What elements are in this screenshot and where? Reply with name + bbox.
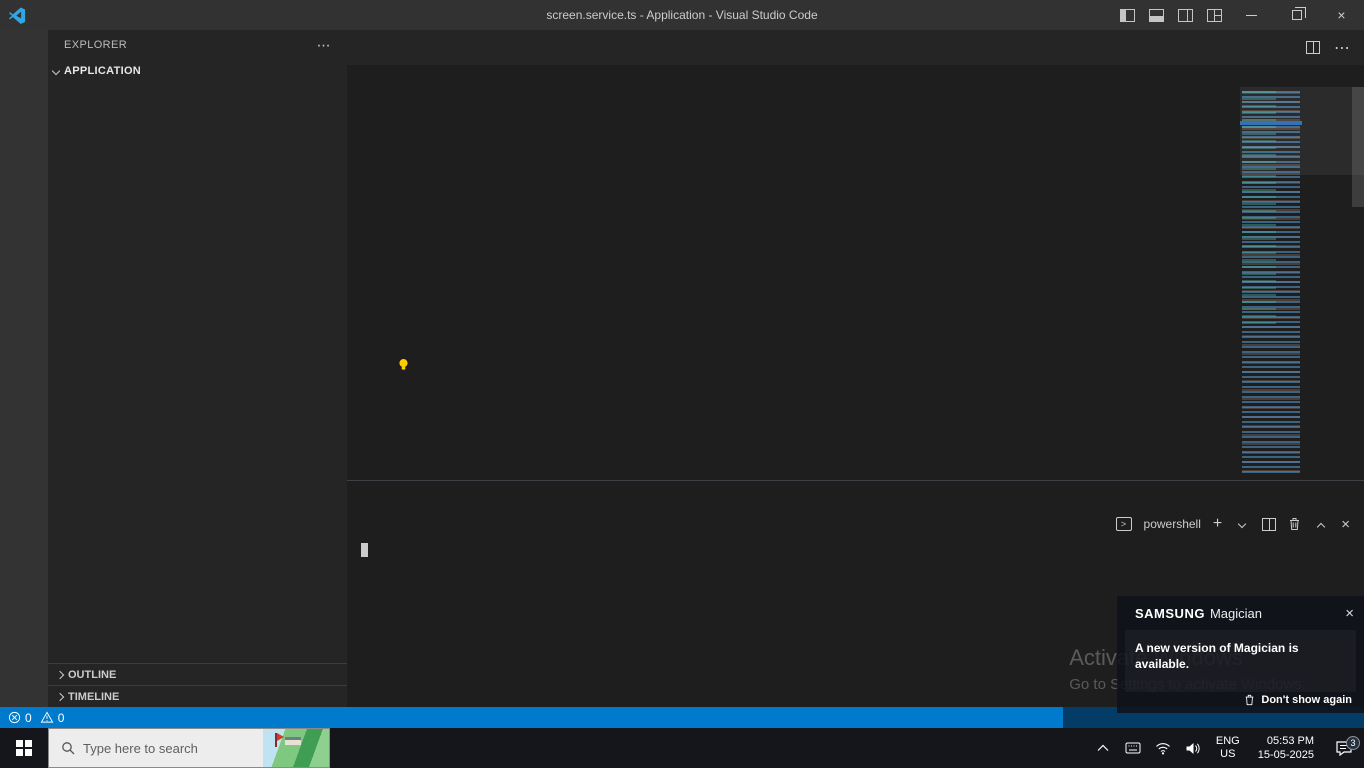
customize-layout-icon[interactable]: [1207, 8, 1222, 22]
toggle-sidebar-icon[interactable]: [1120, 8, 1135, 22]
errors-icon: [8, 711, 21, 724]
split-editor-icon[interactable]: [1306, 41, 1320, 54]
clock[interactable]: 05:53 PM 15-05-2025: [1248, 734, 1324, 762]
toggle-secondary-sidebar-icon[interactable]: [1178, 8, 1193, 22]
language-indicator[interactable]: ENG US: [1208, 735, 1248, 761]
search-placeholder: Type here to search: [83, 740, 198, 756]
new-terminal-icon[interactable]: +: [1213, 515, 1222, 533]
notification-message: A new version of Magician is available.: [1135, 641, 1299, 672]
chevron-down-icon: [48, 63, 64, 79]
restore-button[interactable]: [1274, 0, 1319, 30]
vscode-window: screen.service.ts - Application - Visual…: [0, 0, 1364, 768]
vscode-logo-icon: [8, 7, 26, 24]
dont-show-again-button[interactable]: Don't show again: [1117, 692, 1364, 708]
outline-section[interactable]: OUTLINE: [48, 663, 347, 685]
editor-tabs: ⋯: [347, 30, 1364, 65]
code-editor[interactable]: [347, 87, 1364, 480]
activity-bar: [0, 30, 48, 707]
kill-terminal-icon[interactable]: [1288, 517, 1301, 531]
time: 05:53 PM: [1266, 735, 1314, 747]
breadcrumb: [347, 65, 1364, 87]
lightbulb-icon[interactable]: [397, 358, 410, 371]
editor-more-icon[interactable]: ⋯: [1334, 38, 1350, 58]
windows-taskbar: Type here to search ENG US 05:53 PM 15-05-…: [0, 728, 1364, 768]
search-icon: [62, 742, 75, 755]
windows-logo-icon: [16, 740, 32, 756]
chevron-right-icon: [52, 667, 68, 683]
editor-scrollbar[interactable]: [1352, 87, 1364, 207]
close-button[interactable]: ×: [1319, 0, 1364, 30]
explorer-title: EXPLORER: [64, 39, 128, 51]
notification-center-icon[interactable]: 3: [1324, 736, 1364, 756]
workspace-section[interactable]: APPLICATION: [48, 60, 347, 82]
window-title: screen.service.ts - Application - Visual…: [546, 8, 818, 22]
panel-tabs: [347, 481, 1364, 513]
notification-close-icon[interactable]: ×: [1345, 605, 1354, 622]
minimap[interactable]: [1240, 87, 1364, 480]
trash-icon: [1246, 694, 1254, 706]
split-terminal-icon[interactable]: [1262, 517, 1277, 531]
explorer-more-icon[interactable]: ⋯: [317, 37, 331, 54]
samsung-logo: SAMSUNG: [1135, 606, 1205, 621]
minimap-slider[interactable]: [1240, 87, 1364, 175]
wifi-icon[interactable]: [1148, 728, 1178, 768]
start-button[interactable]: [0, 728, 48, 768]
powershell-icon: >: [1115, 517, 1132, 531]
volume-icon[interactable]: [1178, 728, 1208, 768]
title-bar: screen.service.ts - Application - Visual…: [0, 0, 1364, 30]
touch-keyboard-icon[interactable]: [1118, 728, 1148, 768]
terminal-dropdown-icon[interactable]: [1234, 516, 1250, 532]
chevron-right-icon: [52, 689, 68, 705]
minimize-button[interactable]: [1229, 0, 1274, 30]
timeline-section[interactable]: TIMELINE: [48, 685, 347, 707]
system-tray: ENG US 05:53 PM 15-05-2025 3: [1088, 728, 1364, 768]
search-daily-image[interactable]: [263, 729, 329, 767]
maximize-panel-icon[interactable]: [1313, 519, 1329, 535]
samsung-magician-notification: SAMSUNG Magician × A new version of Magi…: [1117, 596, 1364, 713]
toggle-panel-icon[interactable]: [1149, 8, 1164, 22]
explorer-sidebar: EXPLORER ⋯ APPLICATION OUTLINE TIMELINE: [48, 30, 347, 707]
terminal-cursor: [361, 543, 368, 557]
warnings-icon: [40, 711, 54, 723]
notification-count-badge: 3: [1346, 736, 1360, 750]
taskbar-search[interactable]: Type here to search: [48, 728, 330, 768]
problems-status[interactable]: 0 0: [8, 711, 64, 725]
date: 15-05-2025: [1257, 749, 1314, 761]
tray-chevron-up-icon[interactable]: [1088, 728, 1118, 768]
shell-label[interactable]: powershell: [1144, 517, 1201, 531]
close-panel-icon[interactable]: ×: [1341, 516, 1350, 533]
workspace-section-label: APPLICATION: [64, 65, 142, 77]
